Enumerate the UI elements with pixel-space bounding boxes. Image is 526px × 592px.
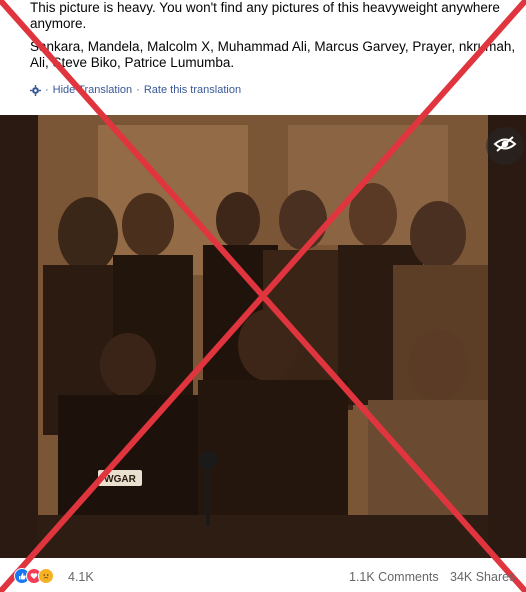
- translation-separator: ·: [136, 84, 140, 96]
- comments-count[interactable]: 1.1K Comments: [349, 570, 439, 584]
- translation-separator: ·: [45, 84, 49, 96]
- mic-label: WGAR: [104, 474, 136, 485]
- post-text-line-1: This picture is heavy. You won't find an…: [30, 0, 500, 31]
- eye-icon: [493, 135, 517, 158]
- eye-button[interactable]: [486, 127, 524, 165]
- hide-translation-link[interactable]: Hide Translation: [53, 84, 133, 96]
- rate-translation-link[interactable]: Rate this translation: [144, 84, 241, 96]
- gear-icon: [30, 84, 41, 96]
- photo-illustration: WGAR: [38, 115, 488, 558]
- translation-row: · Hide Translation · Rate this translati…: [30, 84, 241, 96]
- post-text: This picture is heavy. You won't find an…: [30, 0, 518, 71]
- reaction-count[interactable]: 4.1K: [68, 570, 94, 584]
- shares-count[interactable]: 34K Shares: [450, 570, 515, 584]
- sad-icon: [38, 568, 54, 584]
- post-text-line-2: Sankara, Mandela, Malcolm X, Muhammad Al…: [30, 39, 516, 70]
- post-photo[interactable]: WGAR: [38, 115, 488, 558]
- reactions-bar: 4.1K 1.1K Comments 34K Shares: [0, 564, 526, 592]
- post-photo-container[interactable]: WGAR: [0, 115, 526, 558]
- reaction-icons[interactable]: [14, 568, 54, 584]
